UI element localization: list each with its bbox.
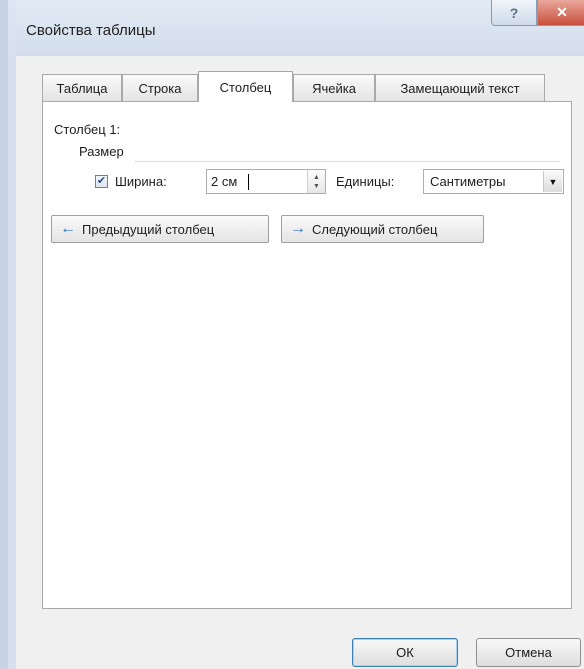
arrow-left-icon: ← <box>60 220 76 237</box>
dialog-title: Свойства таблицы <box>26 22 156 39</box>
help-button[interactable]: ? <box>491 0 537 26</box>
tab-cell[interactable]: Ячейка <box>293 74 375 101</box>
tab-column-label: Столбец <box>219 79 272 95</box>
width-spinner[interactable]: ▲ ▼ <box>307 170 325 193</box>
tab-row-label: Строка <box>138 80 182 96</box>
size-group-divider <box>135 161 560 162</box>
tab-column[interactable]: Столбец <box>198 71 293 102</box>
previous-column-label: Предыдущий столбец <box>82 221 215 237</box>
cancel-button[interactable]: Отмена <box>476 638 581 667</box>
ok-button[interactable]: ОК <box>352 638 458 667</box>
cancel-label: Отмена <box>505 645 552 660</box>
units-select[interactable]: Сантиметры ▼ <box>423 169 564 194</box>
tab-cell-label: Ячейка <box>312 80 356 96</box>
tab-alt-text[interactable]: Замещающий текст <box>375 74 545 101</box>
tab-table[interactable]: Таблица <box>42 74 122 101</box>
tab-table-label: Таблица <box>56 80 108 96</box>
units-label: Единицы: <box>336 174 395 189</box>
close-button[interactable]: ✕ <box>537 0 584 26</box>
text-caret <box>248 174 249 190</box>
check-icon: ✔ <box>96 175 107 187</box>
width-checkbox[interactable]: ✔ <box>95 175 108 188</box>
width-value: 2 см <box>211 174 238 189</box>
arrow-right-icon: → <box>290 220 306 237</box>
next-column-button[interactable]: → Следующий столбец <box>281 215 484 243</box>
width-input[interactable]: 2 см ▲ ▼ <box>206 169 326 194</box>
dropdown-arrow-icon[interactable]: ▼ <box>543 171 562 192</box>
tab-alt-text-label: Замещающий текст <box>400 80 520 96</box>
next-column-label: Следующий столбец <box>312 221 438 237</box>
title-bar: Свойства таблицы ? ✕ <box>16 0 584 56</box>
dialog-content: Таблица Строка Столбец Ячейка Замещающий… <box>16 56 584 669</box>
tab-row[interactable]: Строка <box>122 74 198 101</box>
table-properties-dialog: Свойства таблицы ? ✕ Таблица Строка Стол… <box>0 0 584 669</box>
size-group-label: Размер <box>79 144 124 159</box>
column-tab-panel: Столбец 1: Размер ✔ Ширина: 2 см ▲ ▼ Еди… <box>42 101 572 609</box>
units-value: Сантиметры <box>430 174 506 189</box>
previous-column-button[interactable]: ← Предыдущий столбец <box>51 215 269 243</box>
width-label: Ширина: <box>115 174 167 189</box>
close-icon: ✕ <box>556 4 568 20</box>
column-heading: Столбец 1: <box>54 122 121 137</box>
help-icon: ? <box>509 4 519 21</box>
ok-label: ОК <box>396 645 414 660</box>
spin-up-icon[interactable]: ▲ <box>313 173 320 182</box>
spin-down-icon[interactable]: ▼ <box>313 182 320 191</box>
